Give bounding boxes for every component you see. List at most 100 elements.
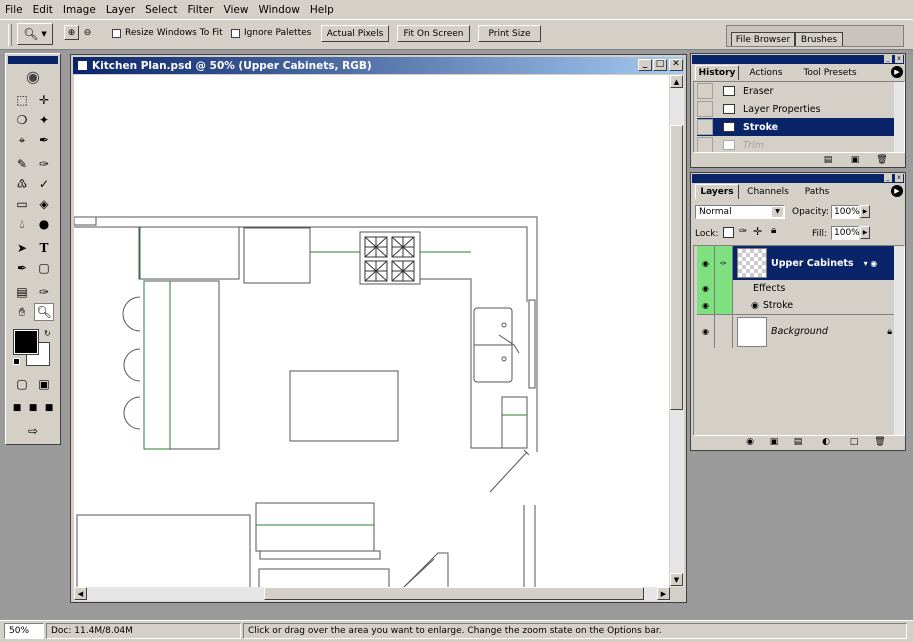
history-item-disabled[interactable]: Trim (697, 136, 896, 152)
lock-all-icon[interactable]: 🔒︎ (771, 225, 776, 236)
shape-tool-icon[interactable]: ▢ (34, 259, 54, 277)
resize-windows-checkbox[interactable]: Resize Windows To Fit (112, 26, 223, 40)
options-grip[interactable] (8, 24, 12, 46)
paint-bucket-tool-icon[interactable]: ◈ (34, 195, 54, 213)
new-layer-icon[interactable]: □ (847, 436, 861, 448)
layer-visibility-eye-icon[interactable]: ◉ (697, 246, 715, 280)
brush-tool-icon[interactable]: ✑ (34, 155, 54, 173)
screen-mode-full-icon[interactable]: ■ (42, 399, 56, 417)
menu-select[interactable]: Select (140, 4, 182, 16)
history-item[interactable]: Layer Properties (697, 100, 896, 118)
scroll-down-button[interactable]: ▼ (670, 573, 683, 586)
horizontal-scroll-thumb[interactable] (264, 587, 644, 600)
print-size-button[interactable]: Print Size (478, 25, 541, 42)
dodge-tool-icon[interactable]: ● (34, 215, 54, 233)
healing-brush-tool-icon[interactable]: ✎ (12, 155, 32, 173)
tab-channels[interactable]: Channels (743, 184, 793, 199)
zoom-out-button[interactable]: ⊖ (80, 25, 95, 40)
slice-tool-icon[interactable]: ✒ (34, 131, 54, 149)
ignore-palettes-checkbox[interactable]: Ignore Palettes (231, 26, 311, 40)
swap-colors-icon[interactable]: ↻ (44, 329, 51, 338)
pen-tool-icon[interactable]: ✒ (12, 259, 32, 277)
blur-tool-icon[interactable]: 💧︎ (12, 215, 32, 233)
notes-tool-icon[interactable]: ▤ (12, 283, 32, 301)
zoom-level-field[interactable]: 50% (4, 623, 44, 639)
scroll-up-button[interactable]: ▲ (670, 75, 683, 88)
adobe-online-icon[interactable]: ◉ (10, 65, 56, 87)
minimize-button[interactable]: _ (638, 59, 652, 71)
maximize-button[interactable]: □ (653, 59, 667, 71)
eraser-tool-icon[interactable]: ▭ (12, 195, 32, 213)
add-mask-icon[interactable]: ▣ (767, 436, 781, 448)
opacity-field[interactable]: 100% (831, 205, 860, 219)
move-tool-icon[interactable]: ✛ (34, 91, 54, 109)
menu-view[interactable]: View (219, 4, 254, 16)
background-link-cell[interactable] (715, 315, 733, 348)
menu-window[interactable]: Window (253, 4, 304, 16)
layer-row-stroke[interactable]: ◉ ◉ Stroke (697, 297, 896, 314)
fit-on-screen-button[interactable]: Fit On Screen (397, 25, 470, 42)
lock-position-icon[interactable]: ✛ (753, 225, 762, 238)
history-minimize-icon[interactable]: _ (884, 55, 892, 63)
new-adjustment-layer-icon[interactable]: ◐ (819, 436, 833, 448)
tab-layers[interactable]: Layers (695, 184, 739, 199)
lock-transparency-icon[interactable] (723, 227, 734, 238)
new-snapshot-icon[interactable]: ▣ (848, 154, 862, 166)
menu-file[interactable]: File (0, 4, 28, 16)
doc-size-field[interactable]: Doc: 11.4M/8.04M (46, 623, 241, 639)
tab-paths[interactable]: Paths (797, 184, 837, 199)
screen-mode-menubar-icon[interactable]: ■ (26, 399, 40, 417)
scroll-left-button[interactable]: ◀ (74, 587, 87, 600)
type-tool-icon[interactable]: T (34, 239, 54, 257)
document-titlebar[interactable]: Kitchen Plan.psd @ 50% (Upper Cabinets, … (73, 57, 684, 74)
well-tab-file-browser[interactable]: File Browser (731, 32, 795, 46)
effects-visibility-eye-icon[interactable]: ◉ (697, 280, 715, 297)
hand-tool-icon[interactable]: ✋︎ (12, 303, 32, 321)
path-selection-tool-icon[interactable]: ➤ (12, 239, 32, 257)
tab-tool-presets[interactable]: Tool Presets (795, 65, 865, 80)
layers-palette-titlebar[interactable] (692, 174, 904, 183)
trash-icon[interactable]: 🗑︎ (875, 154, 889, 166)
history-palette-titlebar[interactable] (692, 55, 904, 64)
screen-mode-standard-icon[interactable]: ■ (10, 399, 24, 417)
new-layer-set-icon[interactable]: ▤ (791, 436, 805, 448)
menu-filter[interactable]: Filter (183, 4, 219, 16)
foreground-color-swatch[interactable] (13, 329, 39, 355)
fill-slider-button[interactable]: ▶ (860, 226, 870, 239)
tool-preset-picker[interactable]: 🔍︎ ▼ (17, 23, 53, 45)
history-item[interactable]: Eraser (697, 82, 896, 100)
trash-icon[interactable]: 🗑︎ (873, 436, 887, 448)
palette-menu-arrow-icon[interactable]: ▶ (891, 185, 903, 197)
layer-row-background[interactable]: ◉ Background 🔒︎ (697, 314, 896, 348)
tab-actions[interactable]: Actions (743, 65, 789, 80)
layer-row-upper-cabinets[interactable]: ◉ ✑ Upper Cabinets ▾ ◉ (697, 246, 896, 280)
layers-minimize-icon[interactable]: _ (884, 174, 892, 182)
horizontal-scrollbar[interactable]: ◀ ▶ (74, 587, 670, 601)
menu-layer[interactable]: Layer (101, 4, 140, 16)
layers-close-icon[interactable]: x (895, 174, 903, 182)
history-close-icon[interactable]: x (895, 55, 903, 63)
history-brush-tool-icon[interactable]: ✓ (34, 175, 54, 193)
magic-wand-tool-icon[interactable]: ✦ (34, 111, 54, 129)
history-scrollbar[interactable] (894, 82, 904, 152)
menu-help[interactable]: Help (305, 4, 339, 16)
new-document-from-state-icon[interactable]: ▤ (821, 154, 835, 166)
quick-mask-mode-icon[interactable]: ▣ (34, 375, 54, 393)
fill-field[interactable]: 100% (831, 226, 860, 240)
menu-image[interactable]: Image (58, 4, 101, 16)
vertical-scrollbar[interactable]: ▲ ▼ (670, 75, 684, 587)
background-visibility-eye-icon[interactable]: ◉ (697, 315, 715, 348)
clone-stamp-tool-icon[interactable]: ♳ (12, 175, 32, 193)
blend-mode-select[interactable]: Normal ▼ (695, 205, 785, 219)
marquee-tool-icon[interactable]: ⬚ (12, 91, 32, 109)
scroll-right-button[interactable]: ▶ (657, 587, 670, 600)
layer-brush-icon[interactable]: ✑ (715, 246, 733, 280)
vertical-scroll-thumb[interactable] (670, 125, 683, 410)
palette-menu-arrow-icon[interactable]: ▶ (891, 66, 903, 78)
layer-effects-icon[interactable]: ▾ ◉ (864, 259, 878, 268)
lock-image-icon[interactable]: ✑ (739, 226, 747, 237)
zoom-tool-icon[interactable]: 🔍︎ (34, 303, 54, 321)
standard-mode-icon[interactable]: ▢ (12, 375, 32, 393)
layer-row-effects[interactable]: ◉ Effects (697, 280, 896, 297)
history-item-selected[interactable]: Stroke (697, 118, 896, 136)
